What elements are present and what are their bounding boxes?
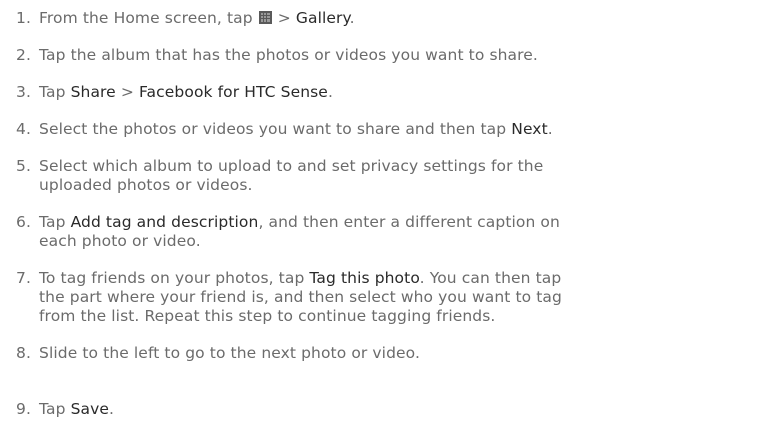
step-text-segment: . bbox=[109, 400, 115, 418]
step-number: 4. bbox=[16, 120, 31, 138]
highlighted-term: Facebook for HTC Sense bbox=[138, 83, 328, 101]
step-text: Tap Share > Facebook for HTC Sense. bbox=[39, 83, 761, 102]
step-text-segment: Select the photos or videos you want to … bbox=[39, 120, 512, 138]
step-text-segment: > bbox=[272, 9, 296, 27]
step-text-segment: . You can then tap bbox=[419, 269, 562, 287]
step-text-segment: the part where your friend is, and then … bbox=[39, 288, 562, 306]
step-number: 8. bbox=[16, 344, 31, 362]
step-number: 6. bbox=[16, 213, 31, 231]
step-text-segment: . bbox=[547, 120, 553, 138]
step-text-line: the part where your friend is, and then … bbox=[39, 288, 761, 307]
step-text-line: uploaded photos or videos. bbox=[39, 176, 761, 195]
step-number: 9. bbox=[16, 400, 31, 418]
step-text-segment: , and then enter a different caption on bbox=[258, 213, 560, 231]
step-text: Tap Save. bbox=[39, 400, 761, 419]
step-text-segment: Select which album to upload to and set … bbox=[39, 157, 544, 175]
highlighted-term: Add tag and description bbox=[70, 213, 259, 231]
step-text-line: each photo or video. bbox=[39, 232, 761, 251]
step-text-segment: uploaded photos or videos. bbox=[39, 176, 253, 194]
step-text-segment: . bbox=[327, 83, 333, 101]
step-text-segment: > bbox=[115, 83, 139, 101]
step-number: 5. bbox=[16, 157, 31, 175]
step-text: From the Home screen, tap > Gallery. bbox=[39, 9, 761, 28]
step-text-segment: Tap bbox=[39, 83, 71, 101]
step-number: 3. bbox=[16, 83, 31, 101]
instruction-steps-list: 1. From the Home screen, tap > Gallery. 2.… bbox=[0, 0, 766, 436]
step-text-segment: Tap bbox=[39, 400, 71, 418]
apps-icon bbox=[258, 11, 272, 24]
step-text-segment: Tap bbox=[39, 213, 71, 231]
step-text-segment: From the Home screen, tap bbox=[39, 9, 258, 27]
step-text-segment: each photo or video. bbox=[39, 232, 201, 250]
step-number: 1. bbox=[16, 9, 31, 27]
step-text: Slide to the left to go to the next phot… bbox=[39, 344, 761, 363]
step-text: Select the photos or videos you want to … bbox=[39, 120, 761, 139]
highlighted-term: Tag this photo bbox=[309, 269, 420, 287]
step-text-segment: . bbox=[349, 9, 355, 27]
highlighted-term: Next bbox=[511, 120, 548, 138]
step-text-segment: from the list. Repeat this step to conti… bbox=[39, 307, 496, 325]
step-text-segment: To tag friends on your photos, tap bbox=[39, 269, 310, 287]
step-text-line: To tag friends on your photos, tap Tag t… bbox=[39, 269, 761, 288]
step-text-line: Tap Add tag and description, and then en… bbox=[39, 213, 761, 232]
highlighted-term: Share bbox=[70, 83, 116, 101]
step-text-segment: Slide to the left to go to the next phot… bbox=[39, 344, 420, 362]
highlighted-term: Gallery bbox=[295, 9, 350, 27]
step-text: Tap the album that has the photos or vid… bbox=[39, 46, 761, 65]
step-text-segment: Tap the album that has the photos or vid… bbox=[39, 46, 538, 64]
step-text-line: Select which album to upload to and set … bbox=[39, 157, 761, 176]
step-number: 7. bbox=[16, 269, 31, 287]
step-number: 2. bbox=[16, 46, 31, 64]
highlighted-term: Save bbox=[70, 400, 110, 418]
step-text-line: from the list. Repeat this step to conti… bbox=[39, 307, 761, 326]
